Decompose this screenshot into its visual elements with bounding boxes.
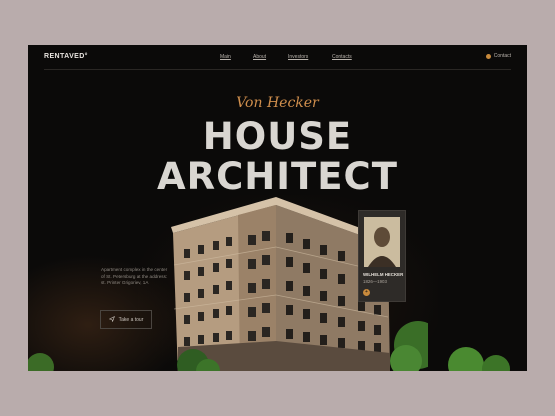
hero-description: Apartment complex in the center of St. P… xyxy=(101,267,168,285)
plus-icon[interactable]: + xyxy=(363,289,370,296)
contact-dot-icon xyxy=(485,53,491,59)
hero-page: RENTAVED° Main About Investors Contacts … xyxy=(28,45,527,371)
tree-right xyxy=(448,347,510,371)
logo[interactable]: RENTAVED° xyxy=(44,53,88,60)
contact-label: Contact xyxy=(493,53,511,59)
hero-title-line2: ARCHITECT xyxy=(157,155,398,198)
nav-contacts[interactable]: Contacts xyxy=(332,54,352,60)
nav-investors[interactable]: Investors xyxy=(288,54,308,60)
contact-link[interactable]: Contact xyxy=(485,53,511,59)
header-divider xyxy=(44,69,511,70)
tree-left xyxy=(28,353,54,371)
hero-title-line1: HOUSE xyxy=(202,115,353,158)
send-arrow-icon xyxy=(108,315,115,324)
take-tour-label: Take a tour xyxy=(118,316,144,323)
architect-name: WILHELM HECKER xyxy=(363,272,404,277)
nav-about[interactable]: About xyxy=(253,54,266,60)
architect-years: 1826—1903 xyxy=(363,279,387,284)
hero-tagline: Von Hecker xyxy=(236,95,319,111)
architect-card[interactable]: WILHELM HECKER 1826—1903 + xyxy=(358,210,406,302)
nav-main[interactable]: Main xyxy=(220,54,231,60)
take-tour-button[interactable]: Take a tour xyxy=(100,310,152,329)
architect-portrait xyxy=(364,217,400,267)
